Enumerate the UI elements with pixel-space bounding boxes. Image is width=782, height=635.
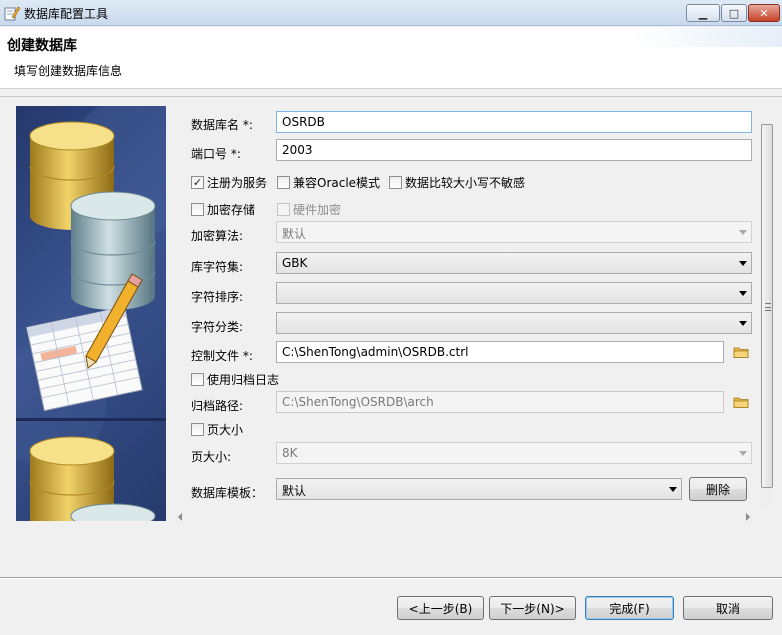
grip-icon: [765, 303, 771, 311]
chevron-down-icon: [739, 230, 747, 235]
archive-path-input[interactable]: C:\ShenTong\OSRDB\arch: [276, 391, 724, 413]
hardware-encrypt-checkbox[interactable]: 硬件加密: [277, 201, 341, 218]
encrypt-algorithm-label: 加密算法:: [191, 229, 244, 243]
delete-template-button[interactable]: 删除: [689, 477, 747, 501]
template-value: 默认: [282, 484, 307, 498]
char-class-label: 字符分类:: [191, 320, 244, 334]
scrollbar-thumb[interactable]: [761, 124, 773, 488]
register-service-label: 注册为服务: [207, 176, 268, 190]
archive-path-label: 归档路径:: [191, 399, 244, 413]
collation-label: 字符排序:: [191, 290, 244, 304]
checkbox-empty-icon: [191, 373, 204, 386]
check-icon: ✓: [191, 176, 204, 189]
case-insensitive-checkbox[interactable]: 数据比较大小写不敏感: [389, 174, 525, 191]
app-pencil-icon: [4, 6, 20, 21]
database-illustration-icon: [16, 106, 166, 521]
case-insensitive-label: 数据比较大小写不敏感: [405, 176, 526, 190]
collation-select[interactable]: [276, 282, 752, 304]
folder-icon[interactable]: [733, 345, 749, 359]
use-archive-log-checkbox[interactable]: 使用归档日志: [191, 371, 279, 388]
title-bar: 数据库配置工具 ▁ □ ✕: [0, 0, 782, 26]
checkbox-empty-icon: [277, 203, 290, 216]
checkbox-empty-icon: [191, 423, 204, 436]
maximize-button[interactable]: □: [721, 4, 747, 22]
use-archive-log-label: 使用归档日志: [207, 373, 280, 387]
port-label: 端口号 *:: [191, 147, 241, 161]
finish-button[interactable]: 完成(F): [585, 596, 674, 620]
oracle-mode-checkbox[interactable]: 兼容Oracle模式: [277, 174, 380, 191]
checkbox-empty-icon: [191, 203, 204, 216]
page-subtitle: 填写创建数据库信息: [14, 64, 123, 78]
page-size-check-label: 页大小: [207, 423, 244, 437]
char-class-select[interactable]: [276, 312, 752, 334]
checkbox-empty-icon: [277, 176, 290, 189]
hardware-encrypt-label: 硬件加密: [293, 203, 342, 217]
horizontal-scrollbar[interactable]: [174, 510, 760, 524]
scroll-left-icon[interactable]: [178, 513, 182, 521]
chevron-down-icon: [669, 487, 677, 492]
encrypt-storage-checkbox[interactable]: 加密存储: [191, 201, 255, 218]
encrypt-algorithm-select[interactable]: 默认: [276, 221, 752, 243]
charset-select[interactable]: GBK: [276, 252, 752, 274]
next-button[interactable]: 下一步(N)>: [489, 596, 576, 620]
prev-button[interactable]: <上一步(B): [397, 596, 484, 620]
window-title: 数据库配置工具: [24, 7, 109, 21]
encrypt-storage-label: 加密存储: [207, 203, 256, 217]
template-label: 数据库模板：: [191, 486, 264, 500]
footer-separator-highlight: [0, 578, 782, 579]
maximize-icon: □: [728, 6, 740, 20]
minimize-icon: ▁: [698, 6, 708, 20]
charset-label: 库字符集:: [191, 260, 244, 274]
vertical-scrollbar[interactable]: [760, 124, 774, 510]
db-name-input[interactable]: OSRDB: [276, 111, 752, 133]
wizard-header: 创建数据库 填写创建数据库信息: [0, 27, 782, 89]
header-separator: [0, 96, 782, 97]
chevron-down-icon: [739, 261, 747, 266]
page-size-checkbox[interactable]: 页大小: [191, 421, 243, 438]
chevron-down-icon: [739, 451, 747, 456]
chevron-down-icon: [739, 291, 747, 296]
page-size-label: 页大小:: [191, 450, 232, 464]
side-illustration: [16, 106, 166, 521]
chevron-down-icon: [739, 321, 747, 326]
oracle-mode-label: 兼容Oracle模式: [293, 176, 381, 190]
db-name-label: 数据库名 *:: [191, 118, 253, 132]
close-icon: ✕: [759, 6, 769, 20]
control-file-label: 控制文件 *:: [191, 349, 253, 363]
cancel-button[interactable]: 取消: [683, 596, 773, 620]
page-size-select[interactable]: 8K: [276, 442, 752, 464]
port-input[interactable]: 2003: [276, 139, 752, 161]
checkbox-empty-icon: [389, 176, 402, 189]
page-size-value: 8K: [282, 446, 298, 460]
folder-icon[interactable]: [733, 395, 749, 409]
register-service-checkbox[interactable]: ✓ 注册为服务: [191, 174, 267, 191]
page-title: 创建数据库: [7, 38, 77, 54]
encrypt-algorithm-value: 默认: [282, 227, 307, 241]
close-button[interactable]: ✕: [748, 4, 780, 22]
control-file-input[interactable]: C:\ShenTong\admin\OSRDB.ctrl: [276, 341, 724, 363]
template-select[interactable]: 默认: [276, 478, 682, 500]
scroll-right-icon[interactable]: [746, 513, 750, 521]
charset-value: GBK: [282, 256, 308, 270]
minimize-button[interactable]: ▁: [686, 4, 720, 22]
